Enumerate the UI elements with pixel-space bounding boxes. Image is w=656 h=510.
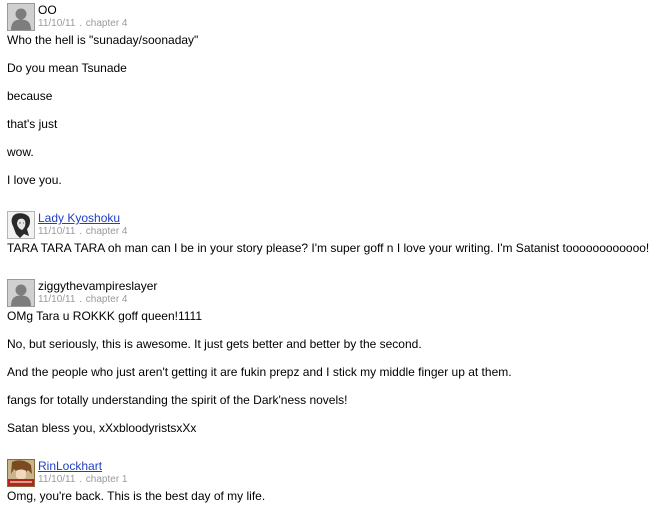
- review-author: OO: [38, 3, 57, 17]
- review-author: ziggythevampireslayer: [38, 279, 158, 293]
- meta-separator: .: [79, 18, 83, 29]
- review: Lady Kyoshoku 11/10/11 . chapter 4 TARA …: [7, 211, 652, 255]
- default-avatar-silhouette-icon: [7, 279, 35, 307]
- review: RinLockhart 11/10/11 . chapter 1 Omg, yo…: [7, 459, 652, 503]
- review-paragraph: Satan bless you, xXxbloodyristsxXx: [7, 421, 197, 435]
- review-paragraph: Omg, you're back. This is the best day o…: [7, 489, 266, 503]
- review-paragraph: TARA TARA TARA oh man can I be in your s…: [7, 241, 650, 255]
- meta-separator: .: [79, 294, 83, 305]
- review-date: 11/10/11: [38, 226, 76, 237]
- review-paragraph: Do you mean Tsunade: [7, 61, 127, 75]
- review-body: OMg Tara u ROKKK goff queen!1111 No, but…: [7, 309, 652, 435]
- review-paragraph: OMg Tara u ROKKK goff queen!1111: [7, 309, 203, 323]
- review-chapter: chapter 1: [85, 474, 128, 485]
- review-chapter: chapter 4: [85, 18, 128, 29]
- review: ziggythevampireslayer 11/10/11 . chapter…: [7, 279, 652, 435]
- review-paragraph: I love you.: [7, 173, 62, 187]
- review-header: ziggythevampireslayer 11/10/11 . chapter…: [7, 279, 652, 309]
- default-avatar-silhouette-icon: [7, 3, 35, 31]
- review-header: OO 11/10/11 . chapter 4: [7, 3, 652, 33]
- review-meta: 11/10/11 . chapter 1: [38, 474, 128, 486]
- review-meta: 11/10/11 . chapter 4: [38, 294, 128, 306]
- review-chapter: chapter 4: [85, 226, 128, 237]
- review-paragraph: Who the hell is "sunaday/soonaday": [7, 33, 199, 47]
- review-paragraph: No, but seriously, this is awesome. It j…: [7, 337, 422, 351]
- review-paragraph: that's just: [7, 117, 58, 131]
- review-body: TARA TARA TARA oh man can I be in your s…: [7, 241, 652, 255]
- review-author-link[interactable]: RinLockhart: [38, 459, 102, 473]
- meta-separator: .: [79, 474, 83, 485]
- review-date: 11/10/11: [38, 294, 76, 305]
- review-paragraph: wow.: [7, 145, 34, 159]
- review-paragraph: because: [7, 89, 53, 103]
- review-date: 11/10/11: [38, 18, 76, 29]
- review-meta: 11/10/11 . chapter 4: [38, 18, 128, 30]
- review-date: 11/10/11: [38, 474, 76, 485]
- meta-separator: .: [79, 226, 83, 237]
- review-meta: 11/10/11 . chapter 4: [38, 226, 128, 238]
- review-paragraph: fangs for totally understanding the spir…: [7, 393, 348, 407]
- sketch-portrait-avatar[interactable]: [7, 211, 35, 239]
- review-body: Omg, you're back. This is the best day o…: [7, 489, 652, 503]
- review-body: Who the hell is "sunaday/soonaday" Do yo…: [7, 33, 652, 187]
- review-chapter: chapter 4: [85, 294, 128, 305]
- review-header: RinLockhart 11/10/11 . chapter 1: [7, 459, 652, 489]
- review-header: Lady Kyoshoku 11/10/11 . chapter 4: [7, 211, 652, 241]
- review: OO 11/10/11 . chapter 4 Who the hell is …: [7, 3, 652, 187]
- review-paragraph: And the people who just aren't getting i…: [7, 365, 512, 379]
- anime-character-avatar[interactable]: [7, 459, 35, 487]
- review-author-link[interactable]: Lady Kyoshoku: [38, 211, 120, 225]
